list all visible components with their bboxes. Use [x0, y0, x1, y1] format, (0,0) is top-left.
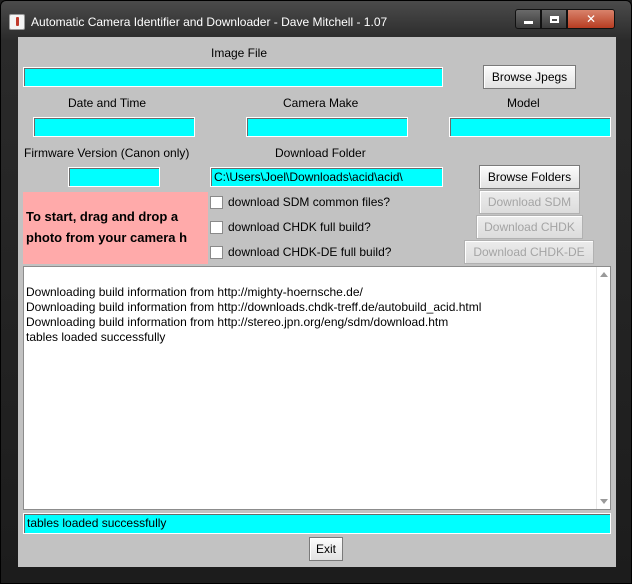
- model-label: Model: [507, 96, 540, 110]
- image-file-field[interactable]: [23, 67, 443, 87]
- hint-text: To start, drag and drop a photo from you…: [26, 209, 188, 245]
- checkbox-label: download SDM common files?: [228, 195, 391, 209]
- close-icon: ✕: [585, 12, 597, 26]
- scroll-down-icon[interactable]: [600, 499, 608, 504]
- minimize-button[interactable]: [515, 9, 541, 29]
- log-scrollbar[interactable]: [596, 267, 610, 509]
- scroll-up-icon[interactable]: [600, 272, 608, 277]
- browse-jpegs-button[interactable]: Browse Jpegs: [483, 65, 576, 89]
- drag-drop-hint[interactable]: To start, drag and drop a photo from you…: [23, 192, 208, 264]
- log-lines: Downloading build information from http:…: [26, 285, 481, 345]
- log-textarea[interactable]: Downloading build information from http:…: [23, 266, 611, 510]
- chdk-de-full-checkbox[interactable]: download CHDK-DE full build?: [210, 244, 391, 260]
- close-button[interactable]: ✕: [567, 9, 615, 29]
- download-sdm-button[interactable]: Download SDM: [479, 190, 580, 214]
- checkbox-label: download CHDK-DE full build?: [228, 245, 392, 259]
- firmware-field[interactable]: [68, 167, 160, 187]
- log-line: tables loaded successfully: [26, 330, 166, 344]
- log-line: Downloading build information from http:…: [26, 285, 363, 299]
- date-time-field[interactable]: [33, 117, 195, 137]
- checkbox-box[interactable]: [210, 220, 223, 234]
- title-bar[interactable]: Automatic Camera Identifier and Download…: [1, 1, 631, 37]
- sdm-common-checkbox[interactable]: download SDM common files?: [210, 194, 390, 210]
- app-window: Automatic Camera Identifier and Download…: [0, 0, 632, 584]
- firmware-label: Firmware Version (Canon only): [24, 146, 190, 160]
- download-folder-field[interactable]: C:\Users\Joel\Downloads\acid\acid\: [210, 167, 443, 187]
- chdk-full-checkbox[interactable]: download CHDK full build?: [210, 219, 371, 235]
- maximize-button[interactable]: [541, 9, 567, 29]
- download-chdk-de-button[interactable]: Download CHDK-DE: [464, 240, 594, 264]
- window-title: Automatic Camera Identifier and Download…: [31, 15, 388, 29]
- image-file-label: Image File: [211, 46, 268, 60]
- checkbox-box[interactable]: [210, 195, 223, 209]
- browse-folders-button[interactable]: Browse Folders: [479, 165, 580, 189]
- date-time-label: Date and Time: [68, 96, 147, 110]
- java-app-icon: [9, 14, 25, 30]
- minimize-icon: [523, 20, 533, 24]
- checkbox-label: download CHDK full build?: [228, 220, 371, 234]
- checkbox-box[interactable]: [210, 245, 223, 259]
- exit-button[interactable]: Exit: [309, 537, 343, 561]
- main-panel: Image File Browse Jpegs Date and Time Ca…: [18, 37, 616, 567]
- model-field[interactable]: [449, 117, 611, 137]
- log-line: Downloading build information from http:…: [26, 315, 449, 329]
- download-chdk-button[interactable]: Download CHDK: [476, 215, 583, 239]
- download-folder-label: Download Folder: [275, 146, 366, 160]
- log-line: Downloading build information from http:…: [26, 300, 482, 314]
- camera-make-label: Camera Make: [283, 96, 359, 110]
- status-field: tables loaded successfully: [23, 513, 611, 534]
- maximize-icon: [549, 15, 559, 23]
- camera-make-field[interactable]: [246, 117, 408, 137]
